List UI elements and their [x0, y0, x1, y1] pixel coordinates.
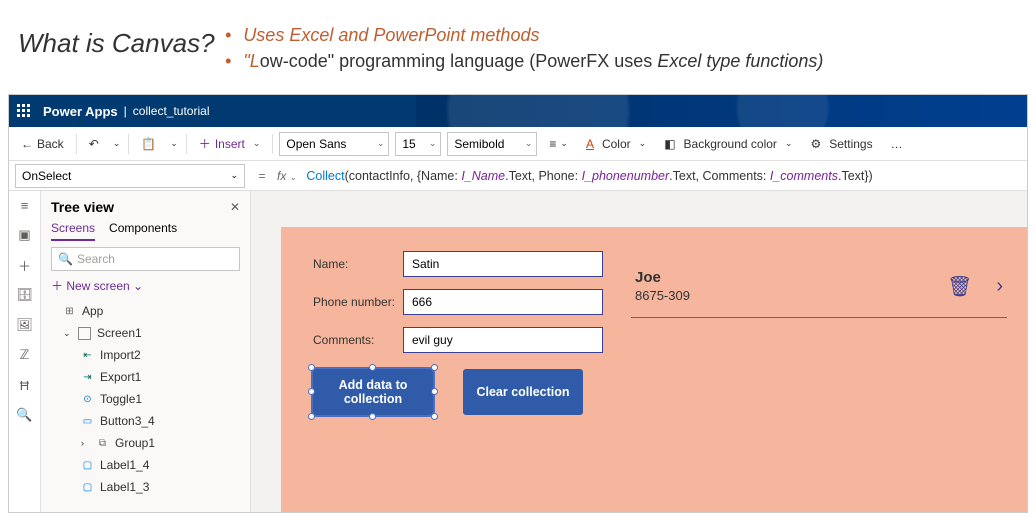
property-bar: OnSelect⌄ = fx ⌄ Collect(contactInfo, {N… — [9, 161, 1027, 191]
data-icon[interactable]: 🗄 — [17, 287, 33, 303]
new-screen-button[interactable]: ＋ New screen ⌄ — [51, 277, 240, 294]
fontweight-select[interactable]: Semibold⌄ — [447, 132, 537, 156]
contacts-gallery: Joe 8675-309 🗑 › — [631, 263, 1007, 318]
tree-view-pane: Tree view ✕ Screens Components 🔍Search ＋… — [41, 191, 251, 512]
tree-group1[interactable]: ›⧉Group1 — [51, 432, 240, 454]
tree-label13[interactable]: ▢Label1_3 — [51, 476, 240, 498]
add-data-button[interactable]: Add data to collection — [313, 369, 433, 415]
left-rail: ≡ ▣ ＋ 🗄 🖼 ℤ Ħ 🔍 — [9, 191, 41, 512]
input-form: Name:Satin Phone number:666 Comments:evi… — [313, 251, 603, 365]
slide-bullets: Uses Excel and PowerPoint methods "Low-c… — [225, 22, 823, 74]
tab-screens[interactable]: Screens — [51, 221, 95, 241]
advanced-icon[interactable]: Ħ — [17, 377, 33, 393]
paste-chevron[interactable]: ⌄ — [168, 132, 180, 156]
more-button[interactable]: … — [885, 132, 909, 156]
formula-bar[interactable]: Collect(contactInfo, {Name: I_Name.Text,… — [300, 168, 1027, 183]
powerapps-studio: Power Apps | collect_tutorial ←Back ↶ ⌄ … — [8, 94, 1028, 513]
tree-import2[interactable]: ⇤Import2 — [51, 344, 240, 366]
settings-button[interactable]: ⚙Settings — [804, 132, 878, 156]
tree-tabs: Screens Components — [51, 221, 240, 241]
variables-icon[interactable]: ℤ — [17, 347, 33, 363]
search-icon[interactable]: 🔍 — [17, 407, 33, 423]
gallery-item[interactable]: Joe 8675-309 🗑 › — [631, 263, 1007, 318]
fontsize-select[interactable]: 15⌄ — [395, 132, 441, 156]
input-name[interactable]: Satin — [403, 251, 603, 277]
color-button[interactable]: AColor⌄ — [580, 132, 652, 156]
tree-button34[interactable]: ▭Button3_4 — [51, 410, 240, 432]
clear-collection-button[interactable]: Clear collection — [463, 369, 583, 415]
screen1[interactable]: Name:Satin Phone number:666 Comments:evi… — [281, 227, 1027, 512]
align-button[interactable]: ≡⌄ — [543, 132, 574, 156]
tree-title: Tree view — [51, 199, 114, 215]
tree-app[interactable]: ⊞App — [51, 300, 240, 322]
label-phone: Phone number: — [313, 295, 403, 309]
paste-button[interactable]: 📋 — [135, 132, 162, 156]
item-name: Joe — [635, 269, 690, 286]
trash-icon[interactable]: 🗑 — [947, 274, 972, 299]
insert-icon[interactable]: ▣ — [17, 227, 33, 243]
brand-label: Power Apps — [43, 104, 118, 119]
tree-screen1[interactable]: ⌄Screen1 — [51, 322, 240, 344]
undo-chevron[interactable]: ⌄ — [111, 132, 123, 156]
app-name: collect_tutorial — [133, 104, 210, 118]
command-bar: ←Back ↶ ⌄ 📋 ⌄ ＋Insert⌄ Open Sans⌄ 15⌄ Se… — [9, 127, 1027, 161]
media-icon[interactable]: 🖼 — [17, 317, 33, 333]
insert-button[interactable]: ＋Insert⌄ — [193, 132, 267, 156]
canvas-area: Name:Satin Phone number:666 Comments:evi… — [251, 191, 1027, 512]
add-icon[interactable]: ＋ — [17, 257, 33, 273]
input-comments[interactable]: evil guy — [403, 327, 603, 353]
label-comments: Comments: — [313, 333, 403, 347]
tab-components[interactable]: Components — [109, 221, 177, 241]
fx-label[interactable]: fx ⌄ — [273, 169, 300, 183]
undo-button[interactable]: ↶ — [83, 132, 105, 156]
back-button[interactable]: ←Back — [15, 132, 70, 156]
tree-label14[interactable]: ▢Label1_4 — [51, 454, 240, 476]
chevron-right-icon[interactable]: › — [996, 275, 1003, 298]
item-phone: 8675-309 — [635, 288, 690, 303]
tree-toggle1[interactable]: ⊙Toggle1 — [51, 388, 240, 410]
app-bar: Power Apps | collect_tutorial — [9, 95, 1027, 127]
bgcolor-button[interactable]: ◧Background color⌄ — [658, 132, 798, 156]
equals-label: = — [251, 169, 273, 183]
label-name: Name: — [313, 257, 403, 271]
tree-export1[interactable]: ⇥Export1 — [51, 366, 240, 388]
waffle-icon[interactable] — [17, 104, 31, 118]
close-icon[interactable]: ✕ — [230, 200, 240, 214]
property-select[interactable]: OnSelect⌄ — [15, 164, 245, 188]
font-select[interactable]: Open Sans⌄ — [279, 132, 389, 156]
slide-title: What is Canvas? — [18, 28, 215, 59]
tree-icon[interactable]: ≡ — [17, 197, 33, 213]
input-phone[interactable]: 666 — [403, 289, 603, 315]
search-input[interactable]: 🔍Search — [51, 247, 240, 271]
search-glyph-icon: 🔍 — [58, 252, 73, 266]
